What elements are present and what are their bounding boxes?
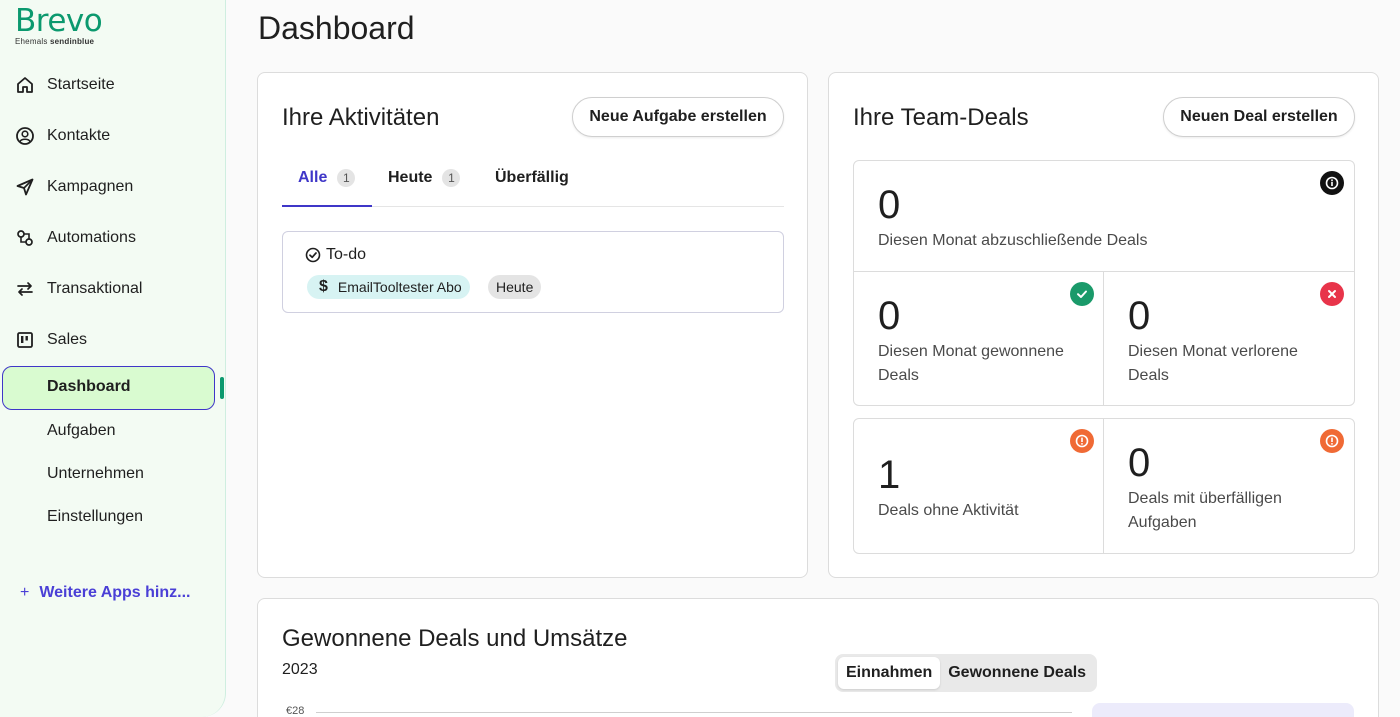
due-date-chip: Heute [488, 275, 542, 299]
sidebar-item-label: Startseite [47, 76, 115, 93]
sidebar-item-label: Automations [47, 229, 136, 246]
sidebar-item-label: Kampagnen [47, 178, 134, 195]
check-icon [1070, 282, 1094, 306]
stat-label: Deals ohne Aktivität [878, 502, 1019, 519]
chart-side-panel [1092, 703, 1354, 717]
sidebar-item-automations[interactable]: Automations [14, 223, 136, 253]
brand-subtitle-name: sendinblue [49, 37, 95, 46]
sidebar-item-label: Transaktional [47, 280, 143, 297]
stat-label-line: Deals [1128, 367, 1169, 384]
sidebar-item-kampagnen[interactable]: Kampagnen [14, 172, 133, 202]
sidebar-item-sales[interactable]: Sales [14, 325, 87, 355]
send-icon [14, 176, 36, 198]
add-apps-label: Weitere Apps hinz... [39, 584, 191, 601]
new-task-button[interactable]: Neue Aufgabe erstellen [572, 97, 784, 137]
automation-icon [14, 227, 36, 249]
brand-subtitle-prefix: Ehemals [15, 37, 48, 46]
transfer-icon [14, 278, 36, 300]
tab-count: 1 [442, 169, 461, 187]
tab-label: Heute [388, 169, 433, 186]
divider [1103, 271, 1104, 405]
active-tab-underline [282, 205, 372, 207]
stat-label: Diesen Monat verlorene Deals [1128, 340, 1298, 388]
deal-warnings-box: 1 Deals ohne Aktivität 0 Deals mit überf… [853, 418, 1355, 554]
tab-label: Alle [298, 169, 328, 186]
todo-item[interactable]: To-do $ EmailTooltester Abo Heute [282, 231, 784, 313]
revenue-toggle: Einnahmen Gewonnene Deals [835, 654, 1098, 692]
sidebar-subitem-unternehmen[interactable]: Unternehmen [47, 462, 144, 486]
sidebar-item-label: Kontakte [47, 127, 111, 144]
stat-value: 0 [1128, 441, 1151, 485]
stat-won: 0 Diesen Monat gewonnene Deals [878, 294, 1064, 388]
revenue-card: Gewonnene Deals und Umsätze 2023 Einnahm… [257, 598, 1379, 717]
todo-header: To-do [305, 246, 366, 264]
team-deals-title: Ihre Team-Deals [853, 104, 1029, 131]
sidebar-subitem-label: Dashboard [47, 378, 131, 395]
warning-icon [1070, 429, 1094, 453]
deal-stats-box: 0 Diesen Monat abzuschließende Deals 0 D… [853, 160, 1355, 406]
divider [1103, 419, 1104, 553]
stat-label-line: Deals mit überfälligen [1128, 490, 1282, 507]
stat-value: 0 [878, 294, 901, 338]
deal-chip[interactable]: $ EmailTooltester Abo [307, 275, 470, 299]
toggle-gewonnene-deals[interactable]: Gewonnene Deals [940, 657, 1094, 689]
stat-overdue: 0 Deals mit überfälligen Aufgaben [1128, 441, 1282, 535]
activities-title: Ihre Aktivitäten [282, 104, 440, 131]
stat-closing: 0 Diesen Monat abzuschließende Deals [878, 183, 1147, 253]
info-icon[interactable] [1320, 171, 1344, 195]
tab-count: 1 [337, 169, 356, 187]
check-circle-icon [305, 247, 321, 263]
stat-label: Diesen Monat abzuschließende Deals [878, 232, 1148, 249]
stat-value: 0 [878, 183, 901, 227]
stat-label-line: Deals [878, 367, 919, 384]
sidebar-subitem-aufgaben[interactable]: Aufgaben [47, 419, 116, 443]
activity-tabs: Alle 1 Heute 1 Überfällig [282, 157, 784, 207]
sidebar-subitem-einstellungen[interactable]: Einstellungen [47, 505, 143, 529]
team-deals-card: Ihre Team-Deals Neuen Deal erstellen 0 D… [828, 72, 1379, 578]
sidebar-item-startseite[interactable]: Startseite [14, 70, 115, 100]
sidebar-item-transaktional[interactable]: Transaktional [14, 274, 142, 304]
tab-label: Überfällig [495, 169, 569, 186]
stat-inactive: 1 Deals ohne Aktivität [878, 453, 1019, 523]
stat-label: Deals mit überfälligen Aufgaben [1128, 487, 1282, 535]
sidebar-subitem-dashboard[interactable]: Dashboard [2, 366, 215, 410]
stat-label-line: Diesen Monat gewonnene [878, 343, 1064, 360]
new-deal-button[interactable]: Neuen Deal erstellen [1163, 97, 1355, 137]
stat-label-line: Diesen Monat verlorene [1128, 343, 1298, 360]
chart-gridline [316, 712, 1072, 713]
page-title: Dashboard [258, 10, 415, 46]
divider [854, 271, 1354, 272]
stat-label-line: Aufgaben [1128, 514, 1197, 531]
contact-icon [14, 125, 36, 147]
warning-icon [1320, 429, 1344, 453]
stat-value: 1 [878, 453, 901, 497]
tab-ueberfaellig[interactable]: Überfällig [495, 169, 569, 187]
tab-alle[interactable]: Alle 1 [298, 169, 356, 187]
toggle-einnahmen[interactable]: Einnahmen [838, 657, 941, 689]
sidebar-item-kontakte[interactable]: Kontakte [14, 121, 110, 151]
revenue-title: Gewonnene Deals und Umsätze [282, 625, 628, 652]
active-indicator [220, 377, 224, 399]
stat-lost: 0 Diesen Monat verlorene Deals [1128, 294, 1298, 388]
stat-label: Diesen Monat gewonnene Deals [878, 340, 1064, 388]
deal-name: EmailTooltester Abo [337, 279, 462, 295]
add-apps-link[interactable]: + Weitere Apps hinz... [20, 584, 190, 602]
brand-subtitle: Ehemals sendinblue [15, 37, 102, 46]
sidebar-item-label: Sales [47, 331, 88, 348]
stat-value: 0 [1128, 294, 1151, 338]
tab-heute[interactable]: Heute 1 [388, 169, 461, 187]
dollar-icon: $ [319, 278, 328, 295]
todo-title: To-do [326, 246, 367, 263]
brand-name: Brevo [15, 3, 103, 39]
revenue-year[interactable]: 2023 [282, 661, 318, 679]
activities-card: Ihre Aktivitäten Neue Aufgabe erstellen … [257, 72, 808, 578]
close-icon [1320, 282, 1344, 306]
sidebar: Brevo Ehemals sendinblue Startseite Kont… [0, 0, 226, 717]
home-icon [14, 74, 36, 96]
board-icon [14, 329, 36, 351]
brand-logo[interactable]: Brevo Ehemals sendinblue [15, 3, 103, 46]
chart-axis-label: €28 [286, 705, 305, 717]
plus-icon: + [20, 584, 30, 601]
